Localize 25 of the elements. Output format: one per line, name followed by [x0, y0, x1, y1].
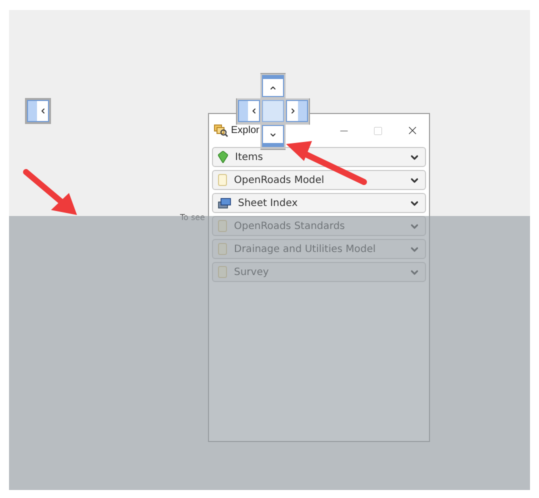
- dock-left-button[interactable]: [238, 100, 260, 122]
- explorer-icon: [214, 124, 228, 137]
- chevron-icon: [269, 84, 277, 92]
- dock-left-edge-button[interactable]: [27, 100, 49, 122]
- chevron-icon: [250, 107, 258, 115]
- chevron-icon: [38, 107, 46, 115]
- document-icon: [218, 174, 227, 186]
- dock-center-button[interactable]: [262, 100, 284, 122]
- panel-header[interactable]: OpenRoads Model: [212, 170, 426, 190]
- dock-right-button[interactable]: [286, 100, 308, 122]
- chevron-icon: [269, 130, 277, 138]
- panel-header[interactable]: Sheet Index: [212, 193, 426, 213]
- document-icon: [218, 266, 227, 278]
- gem-icon: [218, 151, 228, 163]
- background-text: To see: [180, 212, 205, 224]
- arrow: [23, 169, 77, 215]
- sheets-icon: [218, 198, 231, 208]
- chevron-icon: [288, 107, 296, 115]
- dock-bottom-button[interactable]: [262, 125, 284, 147]
- document-icon: [218, 220, 227, 232]
- window-title: Explor: [231, 124, 260, 138]
- dock-top-button[interactable]: [262, 75, 284, 97]
- panel-header[interactable]: Items: [212, 147, 426, 167]
- maximize-icon: [373, 126, 383, 136]
- document-icon: [218, 243, 227, 255]
